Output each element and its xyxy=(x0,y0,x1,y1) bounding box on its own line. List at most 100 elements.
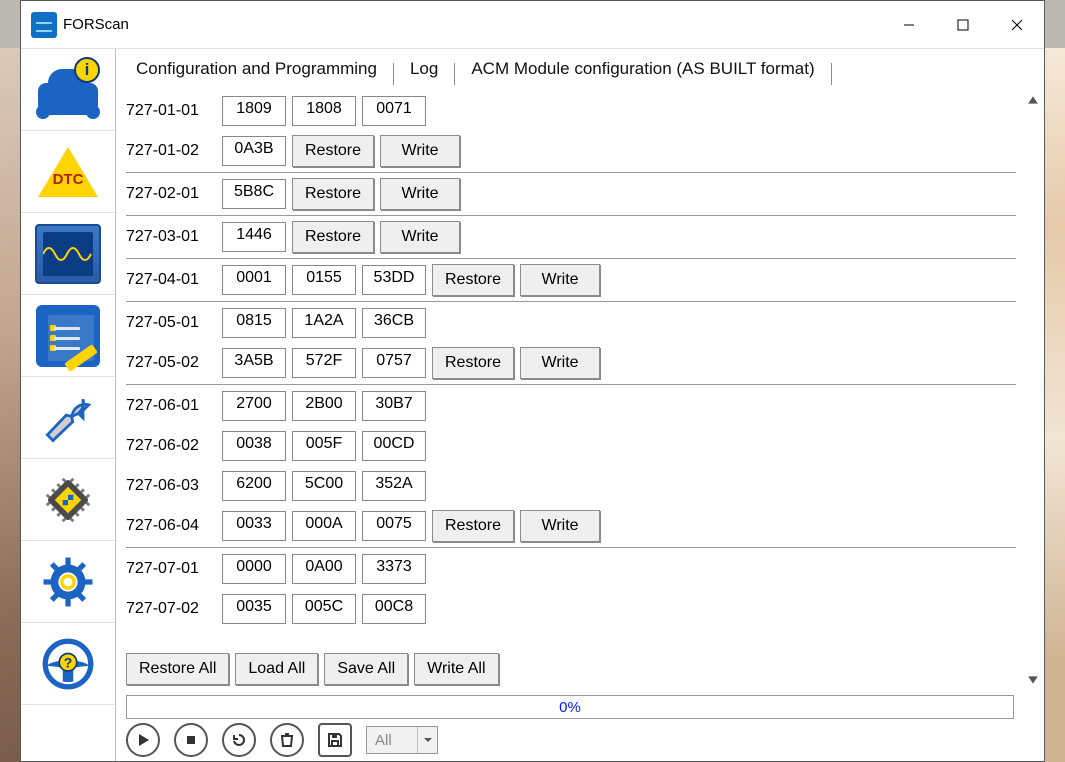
hex-input[interactable]: 3373 xyxy=(362,554,426,584)
asbuilt-row: 727-06-020038005F00CD xyxy=(126,426,1016,466)
filter-select[interactable]: All xyxy=(366,726,438,754)
address-label: 727-06-04 xyxy=(126,517,216,535)
hex-input[interactable]: 36CB xyxy=(362,308,426,338)
load-all-button[interactable]: Load All xyxy=(235,653,318,685)
asbuilt-row: 727-07-02 0035005C00C8 xyxy=(126,589,1016,629)
restore-button[interactable]: Restore xyxy=(432,347,514,379)
hex-input[interactable]: 53DD xyxy=(362,265,426,295)
asbuilt-row: 727-06-0362005C00352A xyxy=(126,466,1016,506)
asbuilt-row: 727-07-01 00000A003373 xyxy=(126,549,1016,589)
scroll-down-icon[interactable] xyxy=(1024,671,1042,689)
address-label: 727-05-02 xyxy=(126,354,216,372)
sidebar-item-settings[interactable] xyxy=(21,541,115,623)
address-label: 727-01-02 xyxy=(126,142,216,160)
restore-button[interactable]: Restore xyxy=(432,510,514,542)
restore-button[interactable]: Restore xyxy=(292,135,374,167)
write-button[interactable]: Write xyxy=(380,178,460,210)
asbuilt-row: 727-05-01 08151A2A36CB xyxy=(126,303,1016,343)
restore-all-button[interactable]: Restore All xyxy=(126,653,229,685)
hex-input[interactable]: 0815 xyxy=(222,308,286,338)
asbuilt-row: 727-06-0127002B0030B7 xyxy=(126,386,1016,426)
hex-input[interactable]: 0075 xyxy=(362,511,426,541)
asbuilt-grid: 727-01-01180918080071727-01-020A3BRestor… xyxy=(116,85,1044,629)
save-button[interactable] xyxy=(318,723,352,757)
asbuilt-row: 727-05-02 3A5B572F0757RestoreWrite xyxy=(126,343,1016,383)
sidebar-item-tests[interactable] xyxy=(21,295,115,377)
restore-button[interactable]: Restore xyxy=(292,221,374,253)
hex-input[interactable]: 572F xyxy=(292,348,356,378)
filter-value: All xyxy=(367,732,417,749)
sidebar-item-config[interactable] xyxy=(21,459,115,541)
hex-input[interactable]: 0000 xyxy=(222,554,286,584)
hex-input[interactable]: 00C8 xyxy=(362,594,426,624)
hex-input[interactable]: 0035 xyxy=(222,594,286,624)
hex-input[interactable]: 6200 xyxy=(222,471,286,501)
hex-input[interactable]: 0A00 xyxy=(292,554,356,584)
play-button[interactable] xyxy=(126,723,160,757)
maximize-button[interactable] xyxy=(936,1,990,49)
progress-text: 0% xyxy=(559,699,581,716)
hex-input[interactable]: 0071 xyxy=(362,96,426,126)
tab-log[interactable]: Log xyxy=(400,55,448,85)
address-label: 727-07-01 xyxy=(126,560,216,578)
group-separator xyxy=(126,215,1016,216)
hex-input[interactable]: 3A5B xyxy=(222,348,286,378)
address-label: 727-05-01 xyxy=(126,314,216,332)
sidebar-item-scope[interactable] xyxy=(21,213,115,295)
hex-input[interactable]: 1809 xyxy=(222,96,286,126)
sidebar-item-dtc[interactable]: DTC xyxy=(21,131,115,213)
write-button[interactable]: Write xyxy=(520,264,600,296)
hex-input[interactable]: 5B8C xyxy=(222,179,286,209)
tab-config-programming[interactable]: Configuration and Programming xyxy=(126,55,387,85)
asbuilt-row: 727-03-01 1446RestoreWrite xyxy=(126,217,1016,257)
scroll-up-icon[interactable] xyxy=(1024,91,1042,109)
close-button[interactable] xyxy=(990,1,1044,49)
hex-input[interactable]: 5C00 xyxy=(292,471,356,501)
address-label: 727-01-01 xyxy=(126,102,216,120)
hex-input[interactable]: 0001 xyxy=(222,265,286,295)
write-button[interactable]: Write xyxy=(520,347,600,379)
hex-input[interactable]: 1808 xyxy=(292,96,356,126)
tab-acm-asbuilt[interactable]: ACM Module configuration (AS BUILT forma… xyxy=(461,55,824,85)
stop-button[interactable] xyxy=(174,723,208,757)
write-all-button[interactable]: Write All xyxy=(414,653,498,685)
restore-button[interactable]: Restore xyxy=(432,264,514,296)
restore-button[interactable]: Restore xyxy=(292,178,374,210)
hex-input[interactable]: 005F xyxy=(292,431,356,461)
hex-input[interactable]: 0A3B xyxy=(222,136,286,166)
write-button[interactable]: Write xyxy=(520,510,600,542)
sidebar-item-vehicle-info[interactable]: i xyxy=(21,49,115,131)
hex-input[interactable]: 1A2A xyxy=(292,308,356,338)
hex-input[interactable]: 2700 xyxy=(222,391,286,421)
scrollbar[interactable] xyxy=(1024,91,1042,689)
hex-input[interactable]: 000A xyxy=(292,511,356,541)
hex-input[interactable]: 352A xyxy=(362,471,426,501)
hex-input[interactable]: 1446 xyxy=(222,222,286,252)
asbuilt-row: 727-01-01 180918080071 xyxy=(126,91,1016,131)
save-all-button[interactable]: Save All xyxy=(324,653,408,685)
progress-bar: 0% xyxy=(126,695,1014,719)
desktop-bg-right xyxy=(1045,48,1065,762)
hex-input[interactable]: 00CD xyxy=(362,431,426,461)
minimize-button[interactable] xyxy=(882,1,936,49)
sidebar-item-service[interactable] xyxy=(21,377,115,459)
hex-input[interactable]: 0033 xyxy=(222,511,286,541)
address-label: 727-03-01 xyxy=(126,228,216,246)
write-button[interactable]: Write xyxy=(380,221,460,253)
chip-icon xyxy=(38,470,98,530)
delete-button[interactable] xyxy=(270,723,304,757)
sidebar-item-help[interactable]: ? xyxy=(21,623,115,705)
group-separator xyxy=(126,258,1016,259)
gear-icon xyxy=(40,554,96,610)
title-bar[interactable]: FORScan xyxy=(21,1,1044,49)
refresh-button[interactable] xyxy=(222,723,256,757)
hex-input[interactable]: 0038 xyxy=(222,431,286,461)
address-label: 727-07-02 xyxy=(126,600,216,618)
write-button[interactable]: Write xyxy=(380,135,460,167)
hex-input[interactable]: 0155 xyxy=(292,265,356,295)
hex-input[interactable]: 30B7 xyxy=(362,391,426,421)
hex-input[interactable]: 2B00 xyxy=(292,391,356,421)
group-separator xyxy=(126,547,1016,548)
hex-input[interactable]: 005C xyxy=(292,594,356,624)
hex-input[interactable]: 0757 xyxy=(362,348,426,378)
